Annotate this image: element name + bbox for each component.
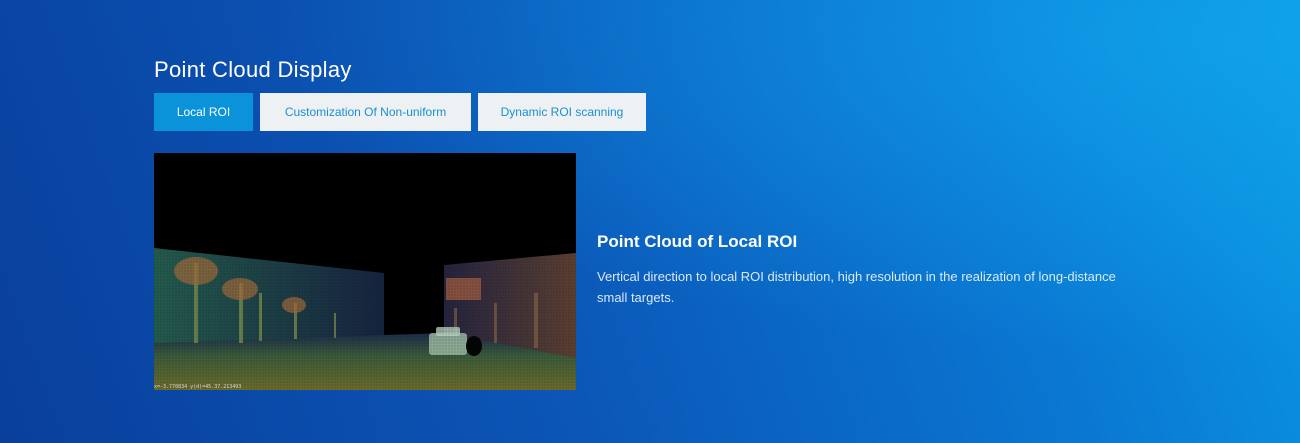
point-cloud-section: Point Cloud Display Local ROI Customizat…: [154, 56, 1154, 131]
description-title: Point Cloud of Local ROI: [597, 232, 798, 251]
tab-bar: Local ROI Customization Of Non-uniform D…: [154, 93, 646, 131]
coordinate-readout: x=-3.770834 y(d)=45.37.213493: [154, 384, 242, 390]
tab-dynamic-roi-scanning[interactable]: Dynamic ROI scanning: [478, 93, 646, 131]
description-text: Vertical direction to local ROI distribu…: [597, 269, 1116, 305]
point-cloud-scene: [154, 153, 576, 390]
description-panel: Point Cloud of Local ROI Vertical direct…: [597, 230, 1137, 308]
tab-customization-non-uniform[interactable]: Customization Of Non-uniform: [260, 93, 471, 131]
tab-local-roi[interactable]: Local ROI: [154, 93, 253, 131]
section-title: Point Cloud Display: [154, 57, 352, 82]
point-cloud-image: x=-3.770834 y(d)=45.37.213493: [154, 153, 576, 390]
